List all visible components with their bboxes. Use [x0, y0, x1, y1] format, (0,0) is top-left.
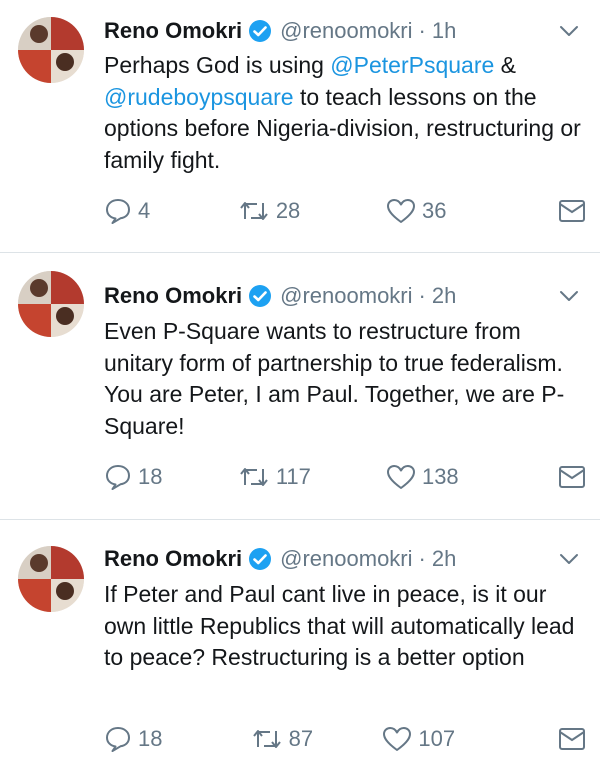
avatar[interactable] [18, 546, 84, 612]
chevron-down-icon[interactable] [558, 20, 580, 42]
chevron-down-icon[interactable] [558, 548, 580, 570]
reply-count: 18 [138, 464, 163, 489]
tweet-time[interactable]: 2h [432, 283, 456, 309]
tweet-2[interactable]: Reno Omokri @renoomokri · 2h Even P-Squa… [0, 253, 600, 519]
retweet-button[interactable]: 87 [251, 726, 383, 752]
reply-icon [106, 199, 130, 224]
like-count: 138 [421, 464, 459, 489]
author-name[interactable]: Reno Omokri [104, 18, 242, 44]
retweet-icon [240, 468, 268, 486]
tweet-feed: Reno Omokri @renoomokri · 1h Perhaps God… [0, 0, 600, 773]
chevron-down-icon[interactable] [558, 285, 580, 307]
retweet-icon [252, 730, 281, 748]
direct-message-icon [559, 466, 585, 488]
retweet-count: 28 [275, 198, 301, 223]
tweet-actions: 18 117 138 [104, 462, 586, 492]
reply-button[interactable]: 18 [104, 726, 241, 752]
verified-badge-icon [249, 548, 272, 570]
retweet-icon [240, 202, 268, 220]
tweet-actions: 4 28 36 [104, 196, 586, 226]
author-name[interactable]: Reno Omokri [104, 283, 242, 309]
direct-message-icon [559, 200, 585, 222]
direct-message-button[interactable] [558, 464, 586, 490]
author-handle[interactable]: @renoomokri [280, 283, 412, 309]
retweet-button[interactable]: 117 [238, 464, 386, 490]
tweet-text: If Peter and Paul cant live in peace, is… [104, 581, 575, 670]
tweet-text-part: Perhaps God is using [104, 52, 331, 78]
reply-icon [106, 465, 130, 490]
separator-dot: · [418, 546, 426, 571]
tweet-header: Reno Omokri @renoomokri · 2h [104, 542, 580, 576]
tweet-header: Reno Omokri @renoomokri · 1h [104, 14, 580, 48]
direct-message-button[interactable] [558, 198, 586, 224]
verified-badge-icon [249, 20, 272, 42]
mention-link[interactable]: @rudeboypsquare [104, 84, 294, 110]
tweet-time[interactable]: 1h [432, 18, 456, 44]
tweet-text: Even P-Square wants to restructure from … [104, 318, 565, 439]
like-count: 36 [421, 198, 447, 223]
direct-message-button[interactable] [558, 726, 586, 752]
reply-button[interactable]: 4 [104, 198, 238, 224]
direct-message-icon [559, 728, 585, 750]
like-icon [386, 465, 415, 489]
like-icon [386, 199, 415, 223]
avatar[interactable] [18, 271, 84, 337]
tweet-actions: 18 87 107 [104, 724, 586, 754]
like-count: 107 [418, 726, 456, 751]
tweet-header: Reno Omokri @renoomokri · 2h [104, 279, 580, 313]
verified-badge-icon [249, 285, 272, 307]
separator-dot: · [418, 283, 426, 308]
retweet-count: 117 [275, 464, 311, 489]
author-name[interactable]: Reno Omokri [104, 546, 242, 572]
reply-count: 4 [138, 198, 151, 223]
separator-dot: · [418, 18, 426, 43]
tweet-1[interactable]: Reno Omokri @renoomokri · 1h Perhaps God… [0, 0, 600, 252]
retweet-button[interactable]: 28 [238, 198, 386, 224]
reply-icon [106, 727, 130, 752]
tweet-3[interactable]: Reno Omokri @renoomokri · 2h If Peter an… [0, 520, 600, 773]
like-button[interactable]: 36 [386, 198, 558, 224]
mention-link[interactable]: @PeterPsquare [330, 52, 494, 78]
retweet-count: 87 [288, 726, 314, 751]
like-button[interactable]: 138 [386, 464, 558, 490]
tweet-text: Perhaps God is using @PeterPsquare & @ru… [104, 50, 582, 176]
avatar[interactable] [18, 17, 84, 83]
author-handle[interactable]: @renoomokri [280, 546, 412, 572]
like-button[interactable]: 107 [382, 726, 558, 752]
author-handle[interactable]: @renoomokri [280, 18, 412, 44]
reply-count: 18 [138, 726, 163, 751]
tweet-text-part: & [494, 52, 517, 78]
like-icon [383, 727, 412, 751]
reply-button[interactable]: 18 [104, 464, 238, 490]
tweet-time[interactable]: 2h [432, 546, 456, 572]
